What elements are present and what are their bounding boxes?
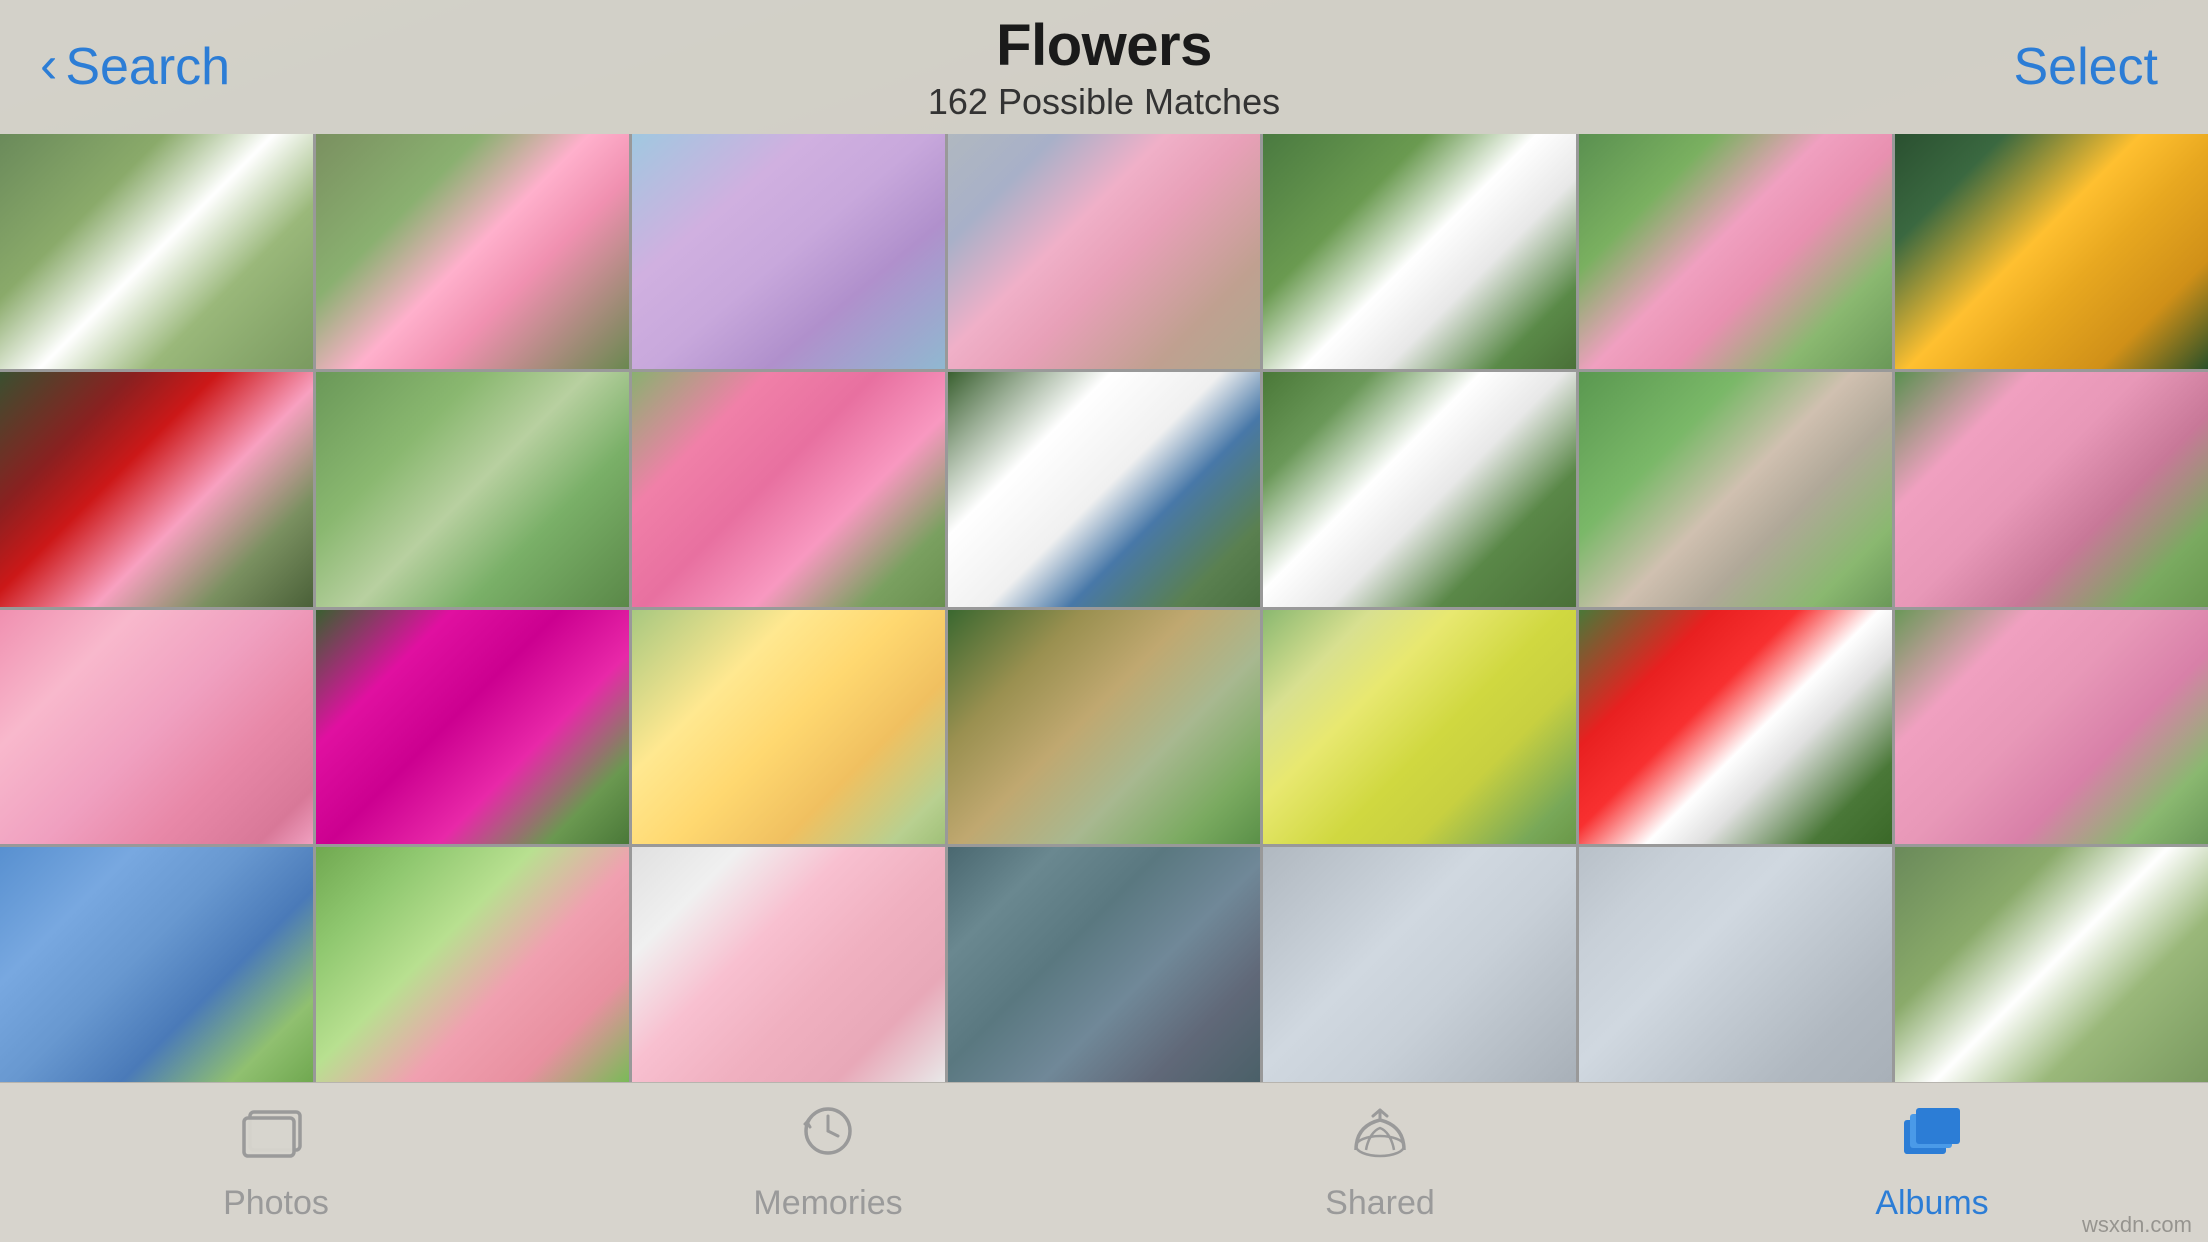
photo-cell[interactable] [0, 134, 313, 369]
tab-shared-label: Shared [1325, 1184, 1435, 1223]
photo-cell[interactable] [1895, 847, 2208, 1082]
photo-cell[interactable] [1263, 847, 1576, 1082]
page-title: Flowers [928, 12, 1280, 79]
photo-cell[interactable] [0, 372, 313, 607]
photo-cell[interactable] [1263, 372, 1576, 607]
photo-grid [0, 134, 2208, 1082]
header: ‹ Search Flowers 162 Possible Matches Se… [0, 0, 2208, 134]
photo-cell[interactable] [1895, 372, 2208, 607]
photo-cell[interactable] [948, 134, 1261, 369]
photo-cell[interactable] [948, 372, 1261, 607]
back-label: Search [65, 37, 230, 97]
tab-albums[interactable]: Albums [1656, 1102, 2208, 1223]
tab-memories[interactable]: Memories [552, 1102, 1104, 1223]
photo-cell[interactable] [1579, 610, 1892, 845]
photo-cell[interactable] [632, 134, 945, 369]
photo-cell[interactable] [1579, 847, 1892, 1082]
photo-cell[interactable] [316, 847, 629, 1082]
tab-bar: Photos Memories Shared [0, 1082, 2208, 1242]
photo-cell[interactable] [1263, 610, 1576, 845]
match-count: 162 Possible Matches [928, 81, 1280, 123]
photo-cell[interactable] [948, 610, 1261, 845]
photo-cell[interactable] [0, 610, 313, 845]
back-chevron-icon: ‹ [40, 39, 57, 91]
photo-cell[interactable] [632, 610, 945, 845]
memories-icon [794, 1102, 862, 1174]
tab-albums-label: Albums [1875, 1184, 1988, 1223]
tab-shared[interactable]: Shared [1104, 1102, 1656, 1223]
photo-cell[interactable] [1579, 372, 1892, 607]
photo-cell[interactable] [0, 847, 313, 1082]
albums-icon [1898, 1102, 1966, 1174]
photo-cell[interactable] [316, 372, 629, 607]
photo-cell[interactable] [1895, 134, 2208, 369]
photo-cell[interactable] [632, 372, 945, 607]
photo-cell[interactable] [632, 847, 945, 1082]
photo-cell[interactable] [1579, 134, 1892, 369]
shared-icon [1346, 1102, 1414, 1174]
tab-photos[interactable]: Photos [0, 1102, 552, 1223]
photos-icon [242, 1102, 310, 1174]
back-button[interactable]: ‹ Search [40, 37, 230, 97]
photo-cell[interactable] [1895, 610, 2208, 845]
photo-cell[interactable] [316, 134, 629, 369]
photo-cell[interactable] [1263, 134, 1576, 369]
watermark: wsxdn.com [2082, 1212, 2192, 1238]
tab-memories-label: Memories [753, 1184, 902, 1223]
header-center: Flowers 162 Possible Matches [928, 12, 1280, 123]
photo-cell[interactable] [316, 610, 629, 845]
select-button[interactable]: Select [2013, 37, 2158, 97]
tab-photos-label: Photos [223, 1184, 329, 1223]
photo-cell[interactable] [948, 847, 1261, 1082]
